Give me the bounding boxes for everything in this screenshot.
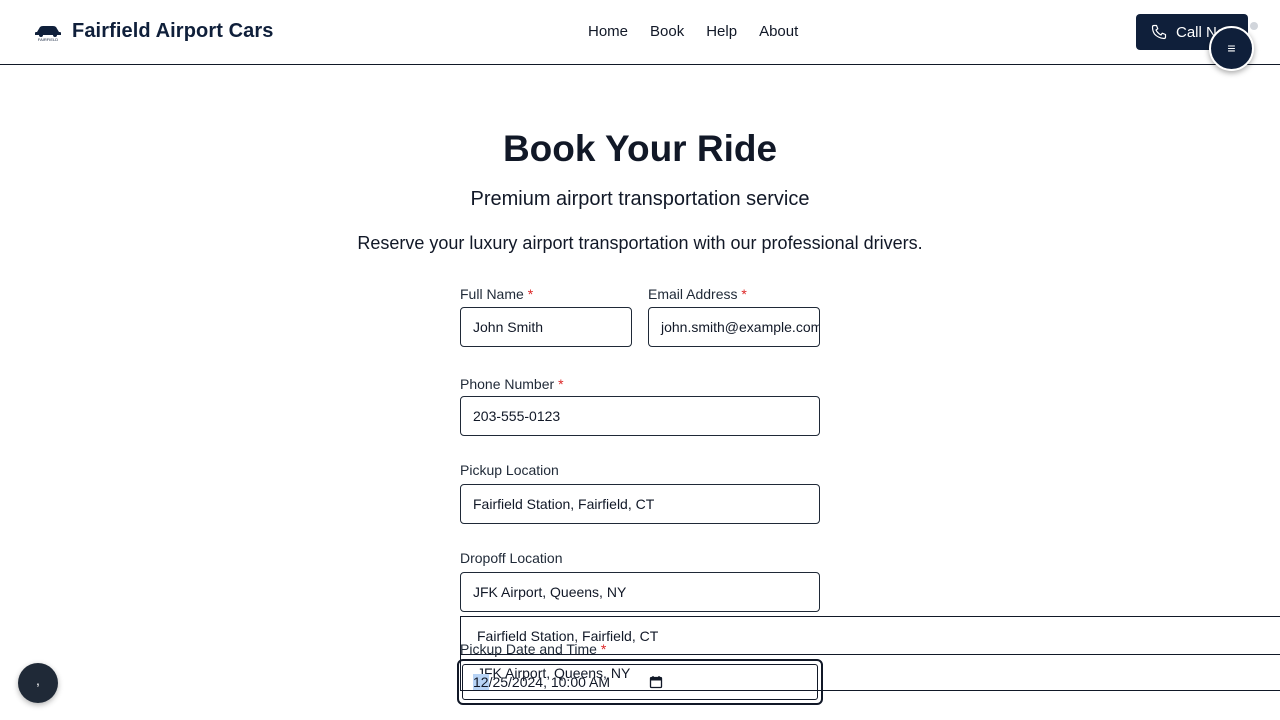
phone-icon [1151, 24, 1167, 40]
page-title: Book Your Ride [502, 128, 778, 169]
datetime-rest: /25/2024, 10:00 AM [488, 674, 611, 690]
email-input[interactable]: john.smith@example.com [648, 307, 820, 347]
calendar-icon[interactable] [649, 675, 663, 689]
nav-about[interactable]: About [759, 24, 798, 40]
site-header: FAIRFIELD Fairfield Airport Cars Home Bo… [0, 0, 1280, 65]
chat-button[interactable]: , [18, 663, 58, 703]
main-nav: Home Book Help About [588, 24, 820, 40]
nav-book[interactable]: Book [650, 24, 684, 40]
email-label-text: Email Address [648, 286, 738, 302]
phone-label-text: Phone Number [460, 376, 555, 392]
full-name-label: Full Name * [460, 286, 533, 302]
full-name-input[interactable]: John Smith [460, 307, 632, 347]
brand-name[interactable]: Fairfield Airport Cars [72, 20, 274, 43]
pickup-input[interactable]: Fairfield Station, Fairfield, CT [460, 484, 820, 524]
datetime-label-text: Pickup Date and Time [460, 641, 597, 657]
required-mark: * [527, 286, 534, 302]
datetime-month-segment[interactable]: 12 [473, 674, 489, 690]
email-label: Email Address * [648, 286, 747, 302]
datetime-label: Pickup Date and Time * [460, 641, 606, 657]
nav-home[interactable]: Home [588, 24, 628, 40]
dropoff-label: Dropoff Location [460, 550, 563, 566]
nav-help[interactable]: Help [706, 24, 737, 40]
required-mark: * [600, 641, 607, 657]
pickup-label: Pickup Location [460, 462, 559, 478]
required-mark: * [741, 286, 747, 302]
menu-button[interactable]: ≡ [1209, 26, 1254, 71]
car-logo-icon[interactable]: FAIRFIELD [34, 22, 62, 42]
page-description: Reserve your luxury airport transportati… [357, 233, 923, 253]
status-dot [1250, 22, 1258, 30]
phone-label: Phone Number * [460, 376, 564, 392]
dropoff-input[interactable]: JFK Airport, Queens, NY [460, 572, 820, 612]
datetime-value[interactable]: 12/25/2024, 10:00 AM [473, 674, 610, 690]
required-mark: * [558, 376, 564, 392]
page-subtitle: Premium airport transportation service [470, 188, 810, 210]
logo-text: FAIRFIELD [38, 37, 58, 42]
phone-input[interactable]: 203-555-0123 [460, 396, 820, 436]
full-name-label-text: Full Name [460, 286, 524, 302]
